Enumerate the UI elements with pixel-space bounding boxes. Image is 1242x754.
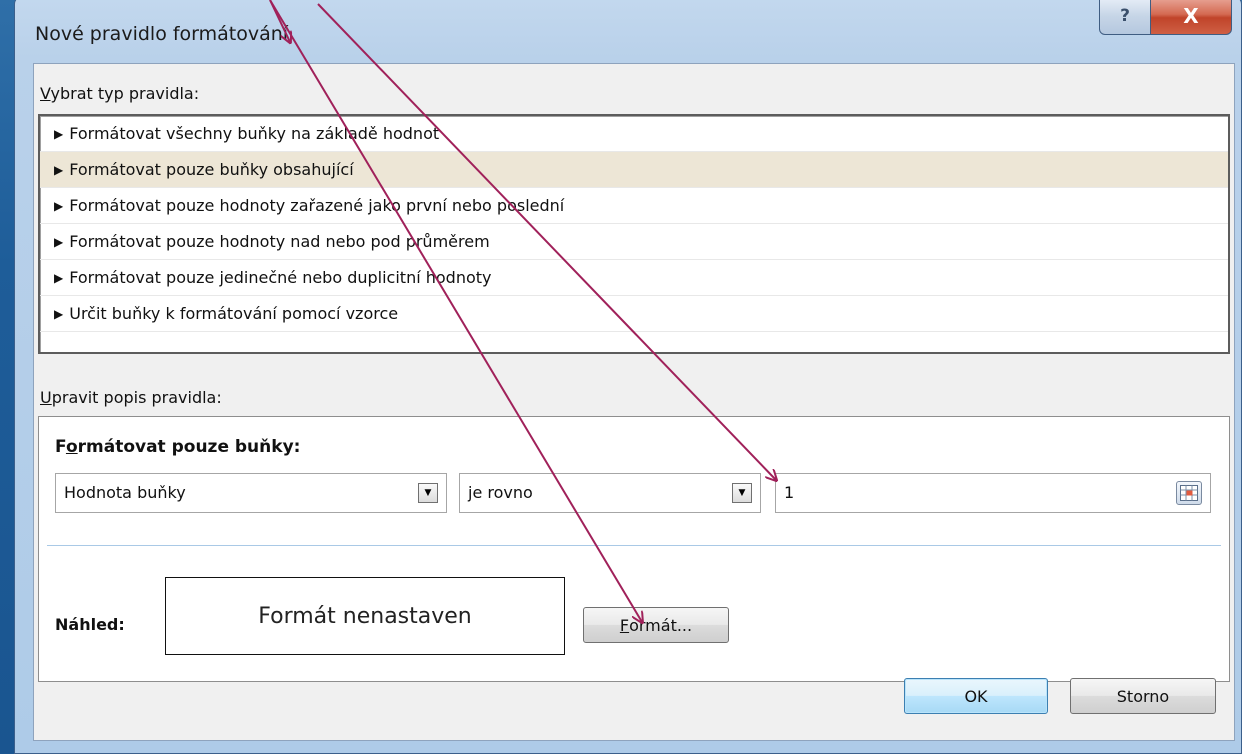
rule-type-item[interactable]: ▶ Formátovat všechny buňky na základě hod… (40, 116, 1228, 152)
rule-type-label: Vybrat typ pravidla: (40, 84, 200, 103)
section-divider (47, 545, 1221, 546)
value-input[interactable]: 1 (775, 473, 1211, 513)
rule-description-panel: Formátovat pouze buňky: Hodnota buňky ▼ … (38, 416, 1230, 682)
format-button[interactable]: Formát... (583, 607, 729, 643)
triangle-right-icon: ▶ (54, 199, 64, 213)
chevron-down-icon[interactable]: ▼ (732, 483, 752, 503)
collapse-dialog-icon[interactable] (1176, 481, 1202, 505)
preview-label: Náhled: (55, 615, 125, 634)
cancel-button[interactable]: Storno (1070, 678, 1216, 714)
format-preview: Formát nenastaven (165, 577, 565, 655)
preview-text: Formát nenastaven (258, 603, 472, 629)
operator-value: je rovno (468, 483, 533, 502)
rule-type-item[interactable]: ▶ Formátovat pouze hodnoty zařazené jako … (40, 188, 1228, 224)
help-icon: ? (1120, 6, 1130, 26)
rule-type-item[interactable]: ▶ Určit buňky k formátování pomocí vzorce (40, 296, 1228, 332)
condition-type-select[interactable]: Hodnota buňky ▼ (55, 473, 447, 513)
operator-select[interactable]: je rovno ▼ (459, 473, 761, 513)
dialog-window: Nové pravidlo formátování ? X Vybrat typ… (14, 0, 1242, 754)
triangle-right-icon: ▶ (54, 163, 64, 177)
title-bar[interactable]: Nové pravidlo formátování ? X (15, 0, 1241, 67)
close-icon: X (1183, 4, 1199, 28)
close-button[interactable]: X (1150, 0, 1232, 35)
triangle-right-icon: ▶ (54, 235, 64, 249)
window-title: Nové pravidlo formátování (35, 23, 289, 45)
triangle-right-icon: ▶ (54, 271, 64, 285)
rule-type-item[interactable]: ▶ Formátovat pouze jedinečné nebo duplici… (40, 260, 1228, 296)
rule-description-heading: Formátovat pouze buňky: (55, 437, 301, 457)
condition-type-value: Hodnota buňky (64, 483, 186, 502)
dialog-client-area: Vybrat typ pravidla: ▶ Formátovat všechny… (33, 63, 1235, 741)
rule-type-list[interactable]: ▶ Formátovat všechny buňky na základě hod… (38, 114, 1230, 354)
rule-type-item[interactable]: ▶ Formátovat pouze buňky obsahující (40, 152, 1228, 188)
triangle-right-icon: ▶ (54, 127, 64, 141)
help-button[interactable]: ? (1099, 0, 1151, 35)
value-text: 1 (784, 483, 795, 502)
rule-type-item[interactable]: ▶ Formátovat pouze hodnoty nad nebo pod p… (40, 224, 1228, 260)
rule-description-label: Upravit popis pravidla: (40, 388, 222, 407)
triangle-right-icon: ▶ (54, 307, 64, 321)
chevron-down-icon[interactable]: ▼ (418, 483, 438, 503)
ok-button[interactable]: OK (904, 678, 1048, 714)
